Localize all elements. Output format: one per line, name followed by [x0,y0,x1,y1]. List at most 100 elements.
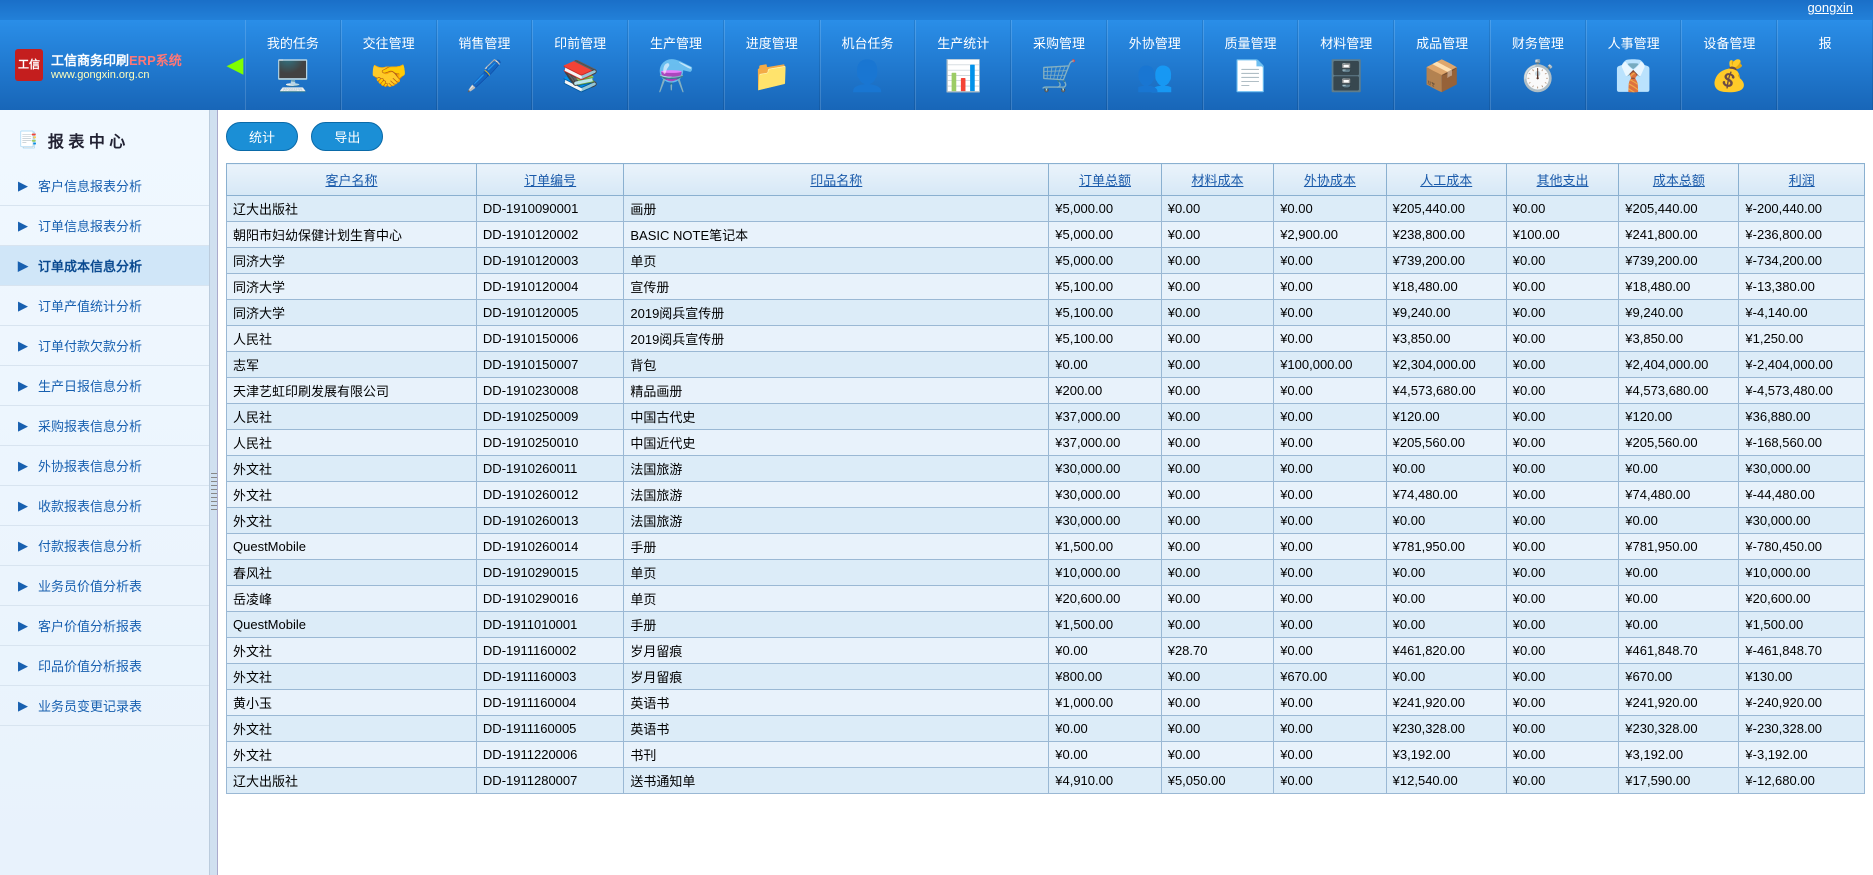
cell: ¥20,600.00 [1049,586,1161,612]
table-row[interactable]: 辽大出版社DD-1910090001画册¥5,000.00¥0.00¥0.00¥… [227,196,1865,222]
cell: ¥0.00 [1274,690,1386,716]
col-header-4[interactable]: 材料成本 [1161,164,1273,196]
cell: ¥0.00 [1274,196,1386,222]
table-row[interactable]: 岳凌峰DD-1910290016单页¥20,600.00¥0.00¥0.00¥0… [227,586,1865,612]
sidebar-item-11[interactable]: ▶客户价值分析报表 [0,606,209,646]
sidebar-item-label: 订单产值统计分析 [38,296,142,315]
nav-my-tasks[interactable]: 我的任务🖥️ [245,20,341,110]
sidebar-item-12[interactable]: ▶印品价值分析报表 [0,646,209,686]
col-header-0[interactable]: 客户名称 [227,164,477,196]
sidebar-splitter[interactable] [210,110,218,875]
sidebar-item-5[interactable]: ▶生产日报信息分析 [0,366,209,406]
cell: ¥241,920.00 [1619,690,1739,716]
nav-outsource[interactable]: 外协管理👥 [1107,20,1203,110]
table-row[interactable]: QuestMobileDD-1911010001手册¥1,500.00¥0.00… [227,612,1865,638]
col-header-2[interactable]: 印品名称 [624,164,1049,196]
nav-label: 人事管理 [1608,33,1660,52]
table-row[interactable]: 辽大出版社DD-1911280007送书通知单¥4,910.00¥5,050.0… [227,768,1865,794]
cell: ¥18,480.00 [1386,274,1506,300]
nav-prepress[interactable]: 印前管理📚 [532,20,628,110]
table-row[interactable]: 外文社DD-1911160002岁月留痕¥0.00¥28.70¥0.00¥461… [227,638,1865,664]
collapse-arrow-icon[interactable]: ◀ [225,50,245,80]
cell: ¥0.00 [1506,534,1618,560]
nav-contact[interactable]: 交往管理🤝 [341,20,437,110]
table-row[interactable]: 外文社DD-1910260013法国旅游¥30,000.00¥0.00¥0.00… [227,508,1865,534]
cell: ¥0.00 [1049,716,1161,742]
nav-hr[interactable]: 人事管理👔 [1586,20,1682,110]
table-row[interactable]: 黄小玉DD-1911160004英语书¥1,000.00¥0.00¥0.00¥2… [227,690,1865,716]
sidebar-item-7[interactable]: ▶外协报表信息分析 [0,446,209,486]
sidebar-item-1[interactable]: ▶订单信息报表分析 [0,206,209,246]
nav-finished[interactable]: 成品管理📦 [1394,20,1490,110]
cell: DD-1910120004 [476,274,623,300]
table-row[interactable]: 人民社DD-19101500062019阅兵宣传册¥5,100.00¥0.00¥… [227,326,1865,352]
nav-equipment[interactable]: 设备管理💰 [1681,20,1777,110]
cell: ¥-12,680.00 [1739,768,1865,794]
nav-machine[interactable]: 机台任务👤 [820,20,916,110]
cell: ¥205,560.00 [1619,430,1739,456]
table-row[interactable]: 志军DD-1910150007背包¥0.00¥0.00¥100,000.00¥2… [227,352,1865,378]
sidebar-item-9[interactable]: ▶付款报表信息分析 [0,526,209,566]
cell: ¥3,192.00 [1386,742,1506,768]
table-row[interactable]: 人民社DD-1910250009中国古代史¥37,000.00¥0.00¥0.0… [227,404,1865,430]
col-header-5[interactable]: 外协成本 [1274,164,1386,196]
cell: ¥0.00 [1506,196,1618,222]
nav-stats[interactable]: 生产统计📊 [915,20,1011,110]
sidebar-item-13[interactable]: ▶业务员变更记录表 [0,686,209,726]
table-row[interactable]: 外文社DD-1911220006书刊¥0.00¥0.00¥0.00¥3,192.… [227,742,1865,768]
col-header-9[interactable]: 利润 [1739,164,1865,196]
col-header-1[interactable]: 订单编号 [476,164,623,196]
cell: 人民社 [227,326,477,352]
table-row[interactable]: 同济大学DD-1910120003单页¥5,000.00¥0.00¥0.00¥7… [227,248,1865,274]
cell: ¥0.00 [1161,612,1273,638]
col-header-6[interactable]: 人工成本 [1386,164,1506,196]
nav-production[interactable]: 生产管理⚗️ [628,20,724,110]
nav-material[interactable]: 材料管理🗄️ [1298,20,1394,110]
cell: 单页 [624,248,1049,274]
sidebar-item-3[interactable]: ▶订单产值统计分析 [0,286,209,326]
cell: ¥17,590.00 [1619,768,1739,794]
cell: 法国旅游 [624,482,1049,508]
nav-report[interactable]: 报 [1777,20,1873,110]
nav-finance[interactable]: 财务管理⏱️ [1490,20,1586,110]
sidebar-item-10[interactable]: ▶业务员价值分析表 [0,566,209,606]
nav-quality[interactable]: 质量管理📄 [1203,20,1299,110]
table-row[interactable]: 同济大学DD-19101200052019阅兵宣传册¥5,100.00¥0.00… [227,300,1865,326]
sidebar-item-2[interactable]: ▶订单成本信息分析 [0,246,209,286]
nav-progress[interactable]: 进度管理📁 [724,20,820,110]
table-row[interactable]: 人民社DD-1910250010中国近代史¥37,000.00¥0.00¥0.0… [227,430,1865,456]
table-row[interactable]: 春风社DD-1910290015单页¥10,000.00¥0.00¥0.00¥0… [227,560,1865,586]
table-row[interactable]: 外文社DD-1911160003岁月留痕¥800.00¥0.00¥670.00¥… [227,664,1865,690]
cell: ¥0.00 [1161,664,1273,690]
cell: DD-1910230008 [476,378,623,404]
col-header-3[interactable]: 订单总额 [1049,164,1161,196]
stat-button[interactable]: 统计 [226,122,298,151]
table-row[interactable]: 外文社DD-1910260011法国旅游¥30,000.00¥0.00¥0.00… [227,456,1865,482]
sidebar-item-4[interactable]: ▶订单付款欠款分析 [0,326,209,366]
sidebar-item-0[interactable]: ▶客户信息报表分析 [0,166,209,206]
table-row[interactable]: 朝阳市妇幼保健计划生育中心DD-1910120002BASIC NOTE笔记本¥… [227,222,1865,248]
cell: ¥0.00 [1619,560,1739,586]
cell: ¥0.00 [1274,560,1386,586]
user-link[interactable]: gongxin [1807,0,1853,15]
nav-label: 生产管理 [650,33,702,52]
nav-sales[interactable]: 销售管理🖊️ [437,20,533,110]
cell: ¥-4,140.00 [1739,300,1865,326]
cell: ¥100,000.00 [1274,352,1386,378]
export-button[interactable]: 导出 [311,122,383,151]
sidebar-item-6[interactable]: ▶采购报表信息分析 [0,406,209,446]
nav-purchase[interactable]: 采购管理🛒 [1011,20,1107,110]
arrow-icon: ▶ [18,218,28,234]
table-row[interactable]: QuestMobileDD-1910260014手册¥1,500.00¥0.00… [227,534,1865,560]
table-row[interactable]: 外文社DD-1910260012法国旅游¥30,000.00¥0.00¥0.00… [227,482,1865,508]
cell: ¥0.00 [1506,612,1618,638]
cell: 中国古代史 [624,404,1049,430]
table-row[interactable]: 天津艺虹印刷发展有限公司DD-1910230008精品画册¥200.00¥0.0… [227,378,1865,404]
table-row[interactable]: 外文社DD-1911160005英语书¥0.00¥0.00¥0.00¥230,3… [227,716,1865,742]
sidebar-item-8[interactable]: ▶收款报表信息分析 [0,486,209,526]
table-row[interactable]: 同济大学DD-1910120004宣传册¥5,100.00¥0.00¥0.00¥… [227,274,1865,300]
col-header-8[interactable]: 成本总额 [1619,164,1739,196]
col-header-7[interactable]: 其他支出 [1506,164,1618,196]
cell: 中国近代史 [624,430,1049,456]
cell: ¥0.00 [1506,586,1618,612]
